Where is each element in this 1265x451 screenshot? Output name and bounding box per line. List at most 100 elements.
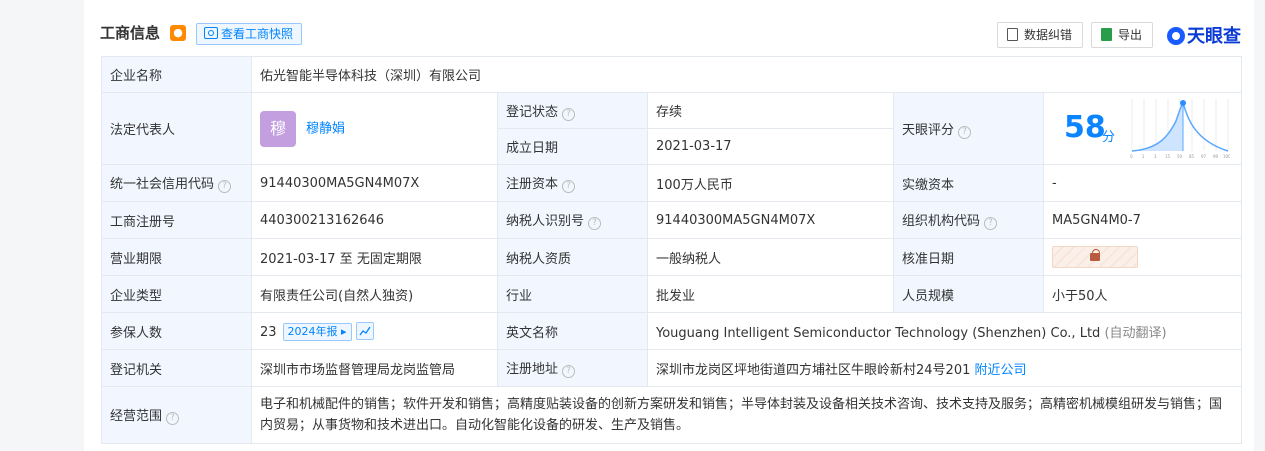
report-year-tag[interactable]: 2024年报 ▸ bbox=[282, 322, 352, 341]
english-name-label: 英文名称 bbox=[497, 312, 648, 350]
credit-code-label: 统一社会信用代码 bbox=[110, 177, 215, 192]
legal-rep-link[interactable]: 穆静娟 bbox=[306, 121, 345, 136]
industry-value: 批发业 bbox=[647, 275, 894, 313]
insured-cell: 23 2024年报 ▸ bbox=[251, 312, 498, 350]
approval-date-label: 核准日期 bbox=[893, 238, 1044, 276]
nearby-companies-link[interactable]: 附近公司 bbox=[975, 363, 1027, 378]
scale-tick: 15 bbox=[1165, 154, 1171, 159]
reg-capital-value: 100万人民币 bbox=[647, 164, 894, 202]
score-value: 58 bbox=[1064, 110, 1106, 145]
scope-value: 电子和机械配件的销售；软件开发和销售；高精度贴装设备的创新方案研发和销售；半导体… bbox=[250, 386, 1243, 444]
insured-label: 参保人数 bbox=[101, 312, 252, 350]
help-icon[interactable]: ? bbox=[588, 217, 602, 230]
section-title: 工商信息 bbox=[100, 24, 161, 42]
reg-status-label: 登记状态 bbox=[506, 104, 559, 120]
table-row: 企业名称 佑光智能半导体科技（深圳）有限公司 bbox=[101, 56, 1243, 93]
help-icon[interactable]: ? bbox=[166, 412, 180, 425]
table-row: 参保人数 23 2024年报 ▸ 英文名称 Youguang Intelligen… bbox=[101, 312, 1243, 350]
legal-rep-label: 法定代表人 bbox=[101, 92, 252, 165]
established-label: 成立日期 bbox=[497, 128, 648, 165]
industry-label: 行业 bbox=[497, 275, 648, 313]
trend-chart-icon[interactable] bbox=[355, 321, 374, 340]
brand-logo: 天眼查 bbox=[1167, 22, 1241, 48]
table-row: 登记机关 深圳市市场监督管理局龙岗监管局 注册地址? 深圳市龙岗区坪地街道四方埔… bbox=[101, 349, 1243, 387]
english-name-cell: Youguang Intelligent Semiconductor Techn… bbox=[646, 312, 1243, 350]
help-icon[interactable]: ? bbox=[562, 365, 576, 378]
scale-tick: 100 bbox=[1223, 154, 1230, 159]
reg-status-label-cell: 登记状态? bbox=[497, 92, 648, 129]
table-row: 统一社会信用代码? 91440300MA5GN4M07X 注册资本? 100万人… bbox=[101, 164, 1243, 202]
auto-translate-note: (自动翻译) bbox=[1104, 325, 1167, 341]
score-label-cell: 天眼评分? bbox=[893, 92, 1044, 165]
export-button[interactable]: 导出 bbox=[1091, 22, 1154, 48]
org-code-label: 组织机构代码 bbox=[902, 214, 981, 229]
scale-tick: 85 bbox=[1189, 154, 1195, 159]
staff-size-label: 人员规模 bbox=[893, 275, 1044, 313]
business-term-value: 2021-03-17 至 无固定期限 bbox=[251, 238, 498, 276]
taxpayer-qual-value: 一般纳税人 bbox=[647, 238, 894, 276]
lock-icon[interactable] bbox=[1052, 246, 1138, 268]
table-row: 营业期限 2021-03-17 至 无固定期限 纳税人资质 一般纳税人 核准日期 bbox=[101, 238, 1243, 276]
score-label: 天眼评分 bbox=[902, 122, 955, 138]
business-term-label: 营业期限 bbox=[101, 238, 252, 276]
established-value: 2021-03-17 bbox=[647, 128, 894, 165]
company-name-label: 企业名称 bbox=[101, 56, 252, 93]
section-header: 工商信息 ● 查看工商快照 数据纠错 导出 天眼查 bbox=[100, 18, 1245, 50]
snapshot-button-label: 查看工商快照 bbox=[221, 27, 294, 41]
report-year-label: 2024年报 bbox=[287, 324, 338, 338]
score-cell[interactable]: 58 分 0 1 3 15 50 85 97 99 100 bbox=[1042, 92, 1243, 165]
table-row: 法定代表人 穆穆静娟 登记状态? 存续 天眼评分? 58 分 0 1 3 15 … bbox=[101, 92, 1243, 165]
address-cell: 深圳市龙岗区坪地街道四方埔社区牛眼岭新村24号201 附近公司 bbox=[646, 349, 1243, 387]
scale-tick: 99 bbox=[1213, 154, 1219, 159]
credit-code-label-cell: 统一社会信用代码? bbox=[101, 164, 252, 202]
authority-value: 深圳市市场监督管理局龙岗监管局 bbox=[251, 349, 498, 387]
scale-tick: 0 bbox=[1130, 154, 1133, 159]
bell-icon[interactable]: ● bbox=[170, 25, 186, 41]
scale-tick: 50 bbox=[1177, 154, 1183, 159]
company-name-value: 佑光智能半导体科技（深圳）有限公司 bbox=[250, 56, 1243, 93]
business-reg-no-value: 440300213162646 bbox=[251, 201, 498, 239]
english-name-value: Youguang Intelligent Semiconductor Techn… bbox=[656, 325, 1101, 341]
eye-logo-icon bbox=[1167, 27, 1185, 45]
table-row: 工商注册号 440300213162646 纳税人识别号? 91440300MA… bbox=[101, 201, 1243, 239]
credit-code-value: 91440300MA5GN4M07X bbox=[251, 164, 498, 202]
scale-tick: 97 bbox=[1201, 154, 1207, 159]
business-info-table: 企业名称 佑光智能半导体科技（深圳）有限公司 法定代表人 穆穆静娟 登记状态? … bbox=[101, 56, 1243, 444]
scope-label: 经营范围 bbox=[110, 409, 163, 424]
camera-icon bbox=[204, 27, 218, 39]
snapshot-button[interactable]: 查看工商快照 bbox=[196, 23, 303, 45]
staff-size-value: 小于50人 bbox=[1042, 275, 1243, 313]
scale-tick: 3 bbox=[1154, 154, 1157, 159]
taxpayer-id-label: 纳税人识别号 bbox=[506, 214, 585, 229]
company-type-label: 企业类型 bbox=[101, 275, 252, 313]
scope-label-cell: 经营范围? bbox=[101, 386, 252, 444]
score-unit: 分 bbox=[1102, 130, 1116, 145]
help-icon[interactable]: ? bbox=[218, 180, 232, 193]
reg-capital-label: 注册资本 bbox=[506, 177, 559, 192]
taxpayer-qual-label: 纳税人资质 bbox=[497, 238, 648, 276]
help-icon[interactable]: ? bbox=[562, 107, 576, 121]
correction-button-label: 数据纠错 bbox=[1024, 28, 1073, 42]
export-button-label: 导出 bbox=[1118, 28, 1143, 42]
org-code-value: MA5GN4M0-7 bbox=[1042, 201, 1243, 239]
paid-capital-value: - bbox=[1042, 164, 1243, 202]
help-icon[interactable]: ? bbox=[562, 180, 576, 193]
approval-date-cell bbox=[1042, 238, 1243, 276]
correction-button[interactable]: 数据纠错 bbox=[997, 22, 1084, 48]
taxpayer-id-value: 91440300MA5GN4M07X bbox=[647, 201, 894, 239]
address-label-cell: 注册地址? bbox=[497, 349, 648, 387]
help-icon[interactable]: ? bbox=[984, 217, 998, 230]
company-type-value: 有限责任公司(自然人独资) bbox=[251, 275, 498, 313]
brand-name: 天眼查 bbox=[1187, 26, 1241, 47]
address-value: 深圳市龙岗区坪地街道四方埔社区牛眼岭新村24号201 bbox=[656, 362, 971, 378]
business-reg-no-label: 工商注册号 bbox=[101, 201, 252, 239]
table-row: 企业类型 有限责任公司(自然人独资) 行业 批发业 人员规模 小于50人 bbox=[101, 275, 1243, 313]
score-curve-chart: 0 1 3 15 50 85 97 99 100 bbox=[1130, 99, 1230, 159]
excel-icon bbox=[1101, 28, 1112, 41]
authority-label: 登记机关 bbox=[101, 349, 252, 387]
address-label: 注册地址 bbox=[506, 362, 559, 377]
org-code-label-cell: 组织机构代码? bbox=[893, 201, 1044, 239]
avatar[interactable]: 穆 bbox=[260, 110, 296, 147]
insured-value: 23 bbox=[260, 324, 277, 340]
help-icon[interactable]: ? bbox=[958, 125, 972, 139]
